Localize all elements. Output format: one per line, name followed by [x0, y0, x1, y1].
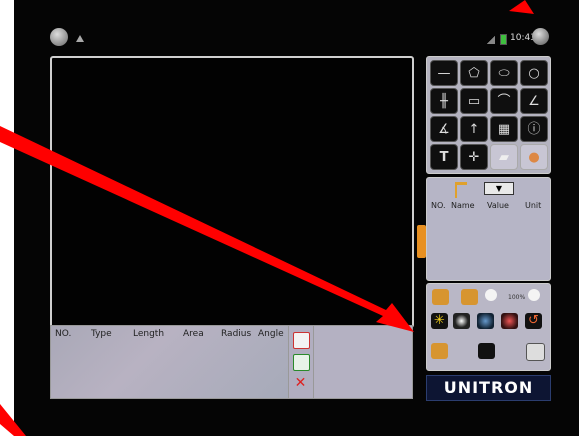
arrow-diagonal: [0, 126, 414, 332]
arrow-top-right: [509, 0, 534, 14]
annotation-arrows: [0, 0, 534, 436]
arrow-bottom-left: [0, 404, 26, 436]
